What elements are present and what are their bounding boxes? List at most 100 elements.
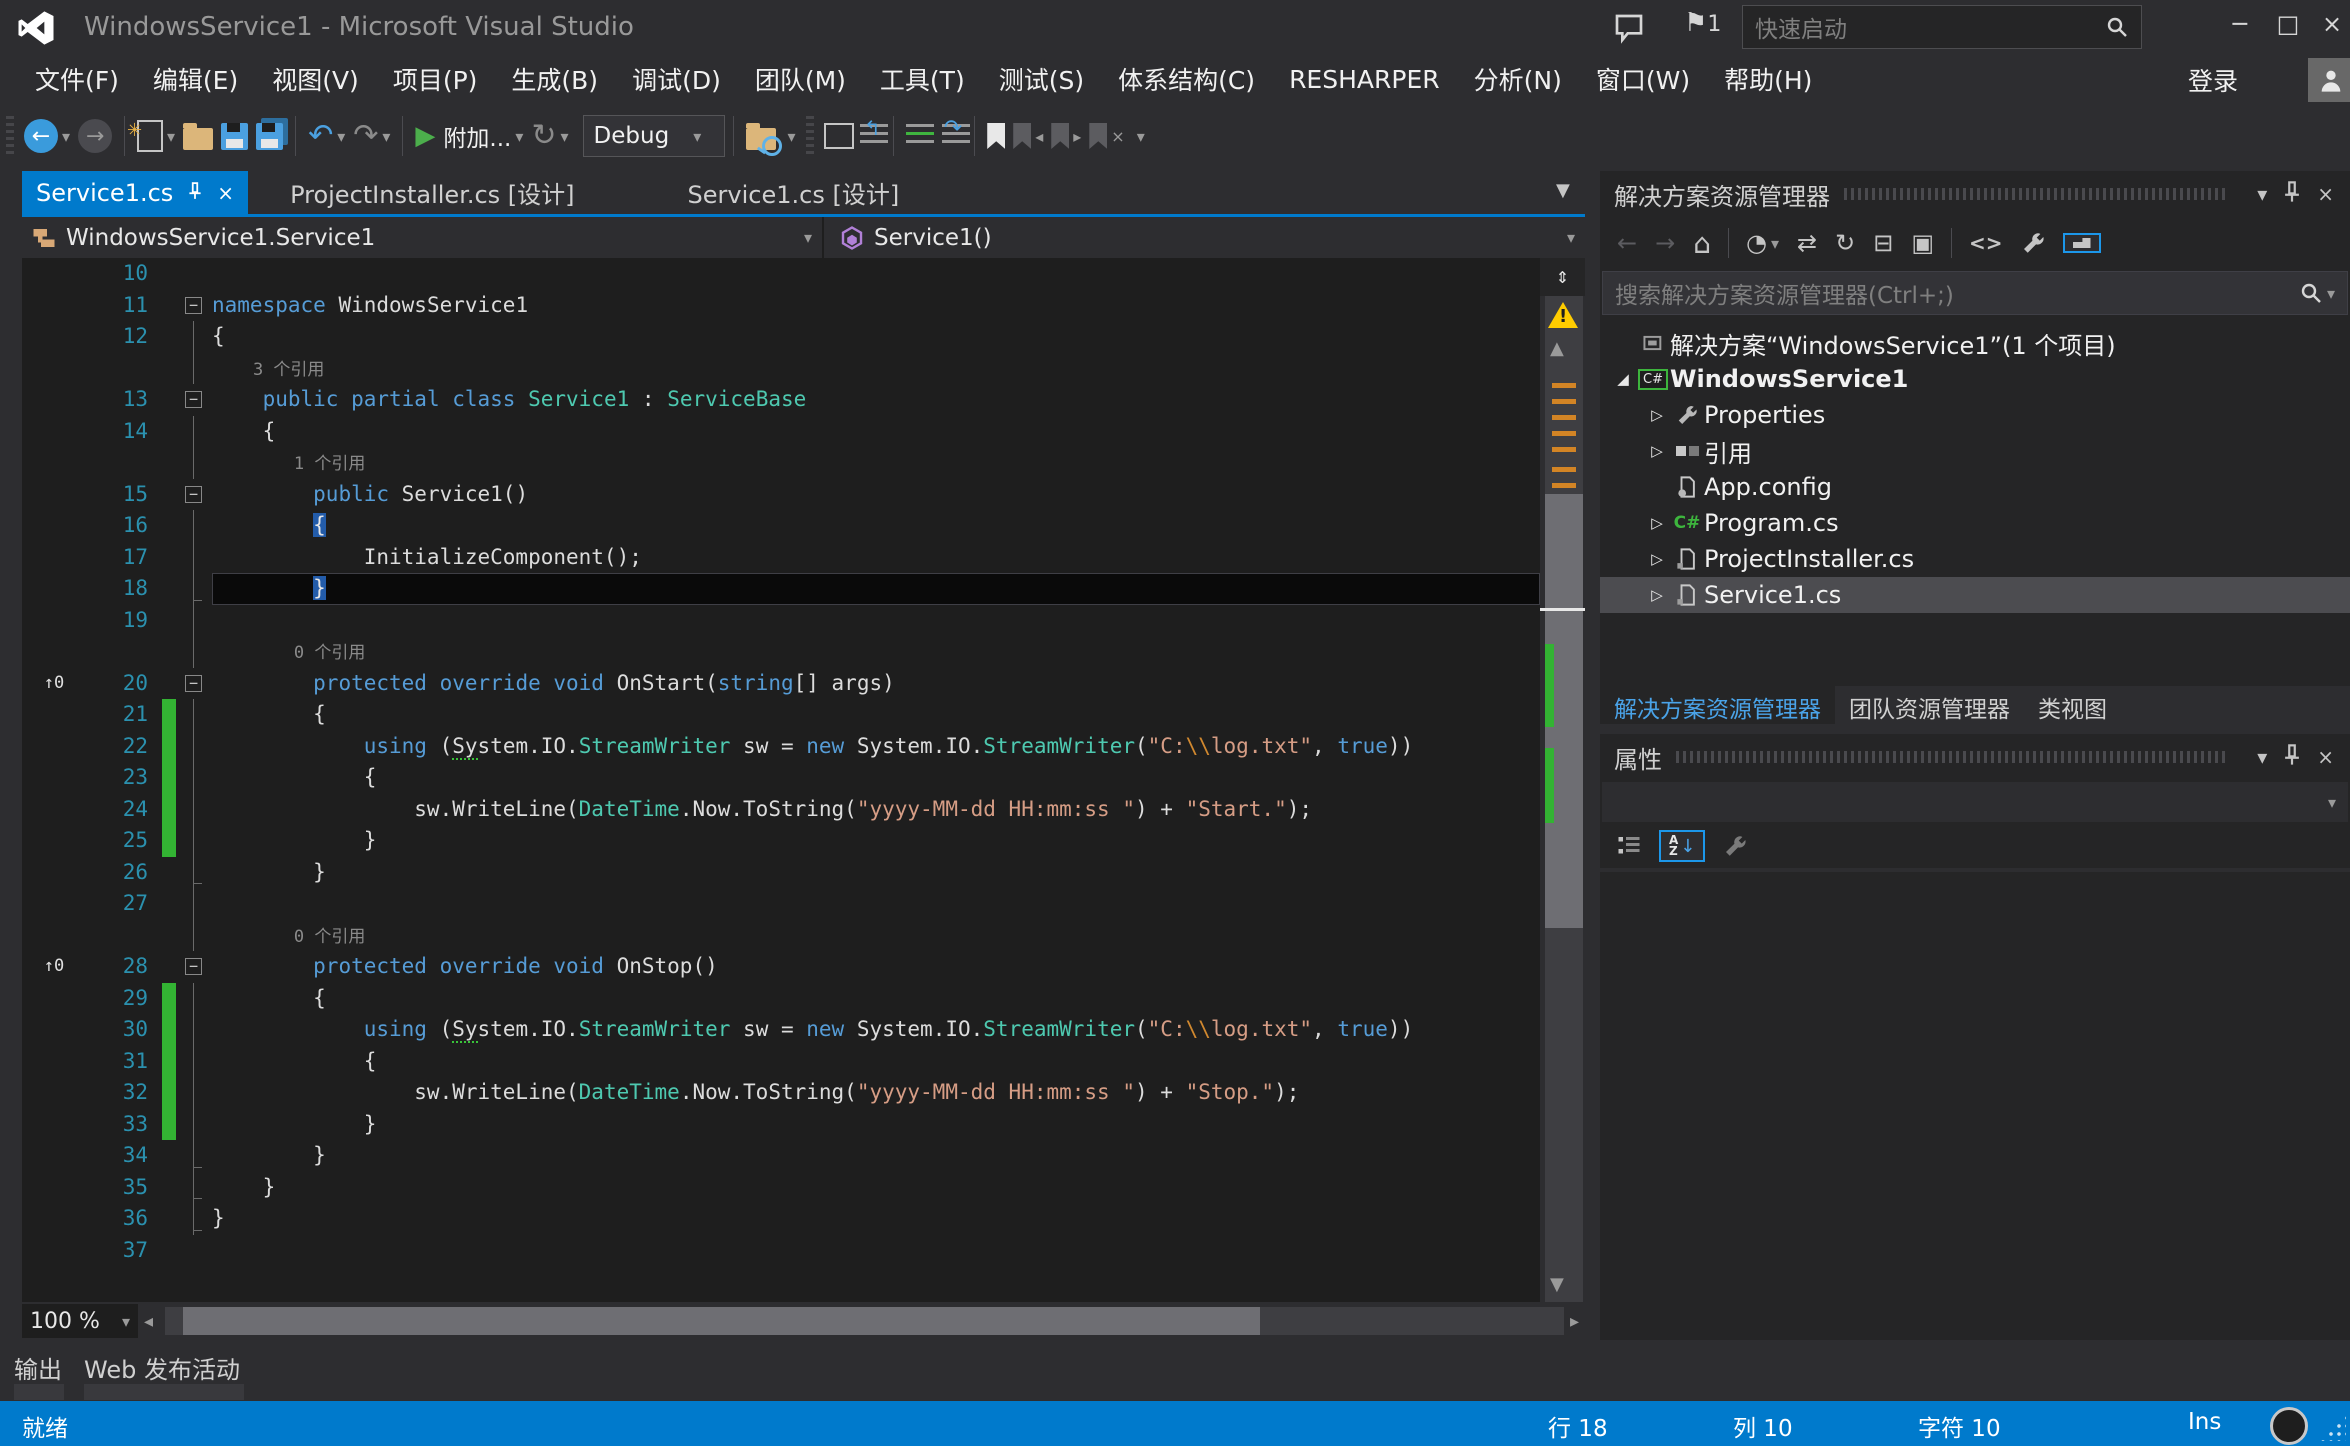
warning-mark[interactable] <box>1552 383 1576 388</box>
member-dropdown[interactable]: Service1() ▾ <box>824 217 1585 258</box>
save-all-button[interactable] <box>256 114 283 158</box>
warning-mark[interactable] <box>1552 483 1576 488</box>
redo-button[interactable]: ↷▾ <box>353 114 390 158</box>
pin-icon[interactable] <box>2283 744 2301 771</box>
refresh-icon[interactable]: ↻ <box>1835 229 1855 257</box>
tab-web-publish-activity[interactable]: Web 发布活动 <box>84 1350 240 1385</box>
code-line-28[interactable]: ↑028 protected override void OnStop() <box>22 951 1540 983</box>
code-line-13[interactable]: 13 public partial class Service1 : Servi… <box>22 384 1540 416</box>
collapsed-arrow-icon[interactable]: ▷ <box>1644 442 1670 460</box>
tool-window-tab-0[interactable]: 解决方案资源管理器 <box>1600 686 1835 724</box>
tree-item-windowsservice1[interactable]: ◢C#WindowsService1 <box>1600 361 2350 397</box>
menu-item-5[interactable]: 调试(D) <box>615 55 738 103</box>
title-drag-area[interactable] <box>1676 751 2227 763</box>
tree-item--[interactable]: ▷引用 <box>1600 433 2350 469</box>
menu-item-6[interactable]: 团队(M) <box>738 55 863 103</box>
menu-item-4[interactable]: 生成(B) <box>494 55 615 103</box>
code-line-11[interactable]: 11namespace WindowsService1 <box>22 290 1540 322</box>
back-icon[interactable]: ← <box>1617 229 1637 257</box>
menu-item-11[interactable]: 分析(N) <box>1457 55 1579 103</box>
pin-icon[interactable] <box>2283 181 2301 208</box>
tree-item-app-config[interactable]: App.config <box>1600 469 2350 505</box>
warning-mark[interactable] <box>1552 431 1576 436</box>
warning-mark[interactable] <box>1552 467 1576 472</box>
code-line-15[interactable]: 15 public Service1() <box>22 479 1540 511</box>
close-icon[interactable]: × <box>2317 745 2334 769</box>
code-line-37[interactable]: 37 <box>22 1235 1540 1267</box>
code-line-24[interactable]: 24 sw.WriteLine(DateTime.Now.ToString("y… <box>22 794 1540 826</box>
code-line-22[interactable]: 22 using (System.IO.StreamWriter sw = ne… <box>22 731 1540 763</box>
editor-vertical-scrollbar[interactable]: ⇕ ▲ ▼ <box>1540 258 1585 1302</box>
warning-mark[interactable] <box>1552 415 1576 420</box>
restart-button[interactable]: ↻▾ <box>531 114 568 158</box>
dropdown-icon[interactable]: ▾ <box>515 127 523 146</box>
pending-changes-filter-icon[interactable]: ◔▾ <box>1746 229 1779 257</box>
code-editor[interactable]: 1011namespace WindowsService112{ 3 个引用13… <box>22 258 1540 1302</box>
document-well-dropdown-icon[interactable]: ▼ <box>1556 180 1570 201</box>
toolbar-grip[interactable] <box>806 116 814 156</box>
comment-lines-button[interactable]: ↷ <box>942 114 962 158</box>
reference-count[interactable]: 3 个引用 <box>212 360 324 380</box>
tool-window-tab-2[interactable]: 类视图 <box>2024 686 2121 724</box>
categorized-view-icon[interactable] <box>1617 834 1641 858</box>
navigate-forward-button[interactable]: → <box>78 114 112 158</box>
toolbar-overflow-button[interactable]: ▾ <box>1133 114 1145 158</box>
tree-item-program-cs[interactable]: ▷C#Program.cs <box>1600 505 2350 541</box>
code-line-14[interactable]: 14 { <box>22 416 1540 448</box>
code-line-19[interactable]: 19 <box>22 605 1540 637</box>
close-icon[interactable]: × <box>2317 182 2334 206</box>
expanded-arrow-icon[interactable]: ◢ <box>1610 370 1636 388</box>
outlining-collapse-box[interactable] <box>176 384 212 416</box>
code-line-21[interactable]: 21 { <box>22 699 1540 731</box>
maximize-button[interactable]: □ <box>2266 6 2310 42</box>
scroll-left-icon[interactable]: ◂ <box>138 1311 159 1332</box>
toolbar-grip[interactable] <box>6 116 14 156</box>
code-line-16[interactable]: 16 { <box>22 510 1540 542</box>
code-line-12[interactable]: 12{ <box>22 321 1540 353</box>
reference-count[interactable]: 0 个引用 <box>212 643 365 663</box>
code-line-32[interactable]: 32 sw.WriteLine(DateTime.Now.ToString("y… <box>22 1077 1540 1109</box>
window-position-dropdown-icon[interactable]: ▾ <box>2257 745 2267 769</box>
menu-item-13[interactable]: 帮助(H) <box>1707 55 1829 103</box>
code-line-25[interactable]: 25 } <box>22 825 1540 857</box>
window-position-dropdown-icon[interactable]: ▾ <box>2257 182 2267 206</box>
save-button[interactable] <box>221 114 248 158</box>
sign-in-link[interactable]: 登录 <box>2188 62 2238 98</box>
dropdown-icon[interactable]: ▾ <box>788 127 796 146</box>
previous-bookmark-button[interactable]: ◂ <box>1013 114 1043 158</box>
outlining-collapse-box[interactable] <box>176 668 212 700</box>
feedback-icon[interactable] <box>1612 12 1646 44</box>
editor-horizontal-scrollbar[interactable] <box>165 1307 1564 1335</box>
code-line-23[interactable]: 23 { <box>22 762 1540 794</box>
codelens-row[interactable]: 1 个引用 <box>22 447 1540 479</box>
find-in-files-button[interactable]: ▾ <box>746 114 796 158</box>
tree-item-projectinstaller-cs[interactable]: ▷ProjectInstaller.cs <box>1600 541 2350 577</box>
new-file-button[interactable]: ✳▾ <box>137 114 175 158</box>
code-line-31[interactable]: 31 { <box>22 1046 1540 1078</box>
code-line-17[interactable]: 17 InitializeComponent(); <box>22 542 1540 574</box>
scroll-right-icon[interactable]: ▸ <box>1564 1311 1585 1332</box>
user-avatar[interactable] <box>2308 58 2350 102</box>
properties-wrench-icon[interactable] <box>2021 231 2045 255</box>
document-tab-1[interactable]: ProjectInstaller.cs [设计] <box>276 171 588 214</box>
open-file-button[interactable] <box>183 114 213 158</box>
collapsed-arrow-icon[interactable]: ▷ <box>1644 586 1670 604</box>
menu-item-9[interactable]: 体系结构(C) <box>1101 55 1272 103</box>
home-icon[interactable]: ⌂ <box>1693 227 1711 260</box>
properties-object-dropdown[interactable]: ▾ <box>1602 782 2348 822</box>
tool-window-tab-1[interactable]: 团队资源管理器 <box>1835 686 2024 724</box>
menu-item-1[interactable]: 编辑(E) <box>136 55 255 103</box>
document-tab-0[interactable]: Service1.cs× <box>22 171 248 214</box>
code-line-30[interactable]: 30 using (System.IO.StreamWriter sw = ne… <box>22 1014 1540 1046</box>
toggle-bookmark-button[interactable] <box>987 114 1005 158</box>
menu-item-0[interactable]: 文件(F) <box>18 55 136 103</box>
menu-item-8[interactable]: 测试(S) <box>982 55 1101 103</box>
scroll-up-icon[interactable]: ▲ <box>1550 338 1564 359</box>
menu-item-3[interactable]: 项目(P) <box>376 55 495 103</box>
pin-icon[interactable] <box>187 181 203 205</box>
property-pages-wrench-icon[interactable] <box>1723 834 1747 858</box>
document-outline-button[interactable]: ↰ <box>860 114 881 158</box>
dropdown-icon[interactable]: ▾ <box>62 127 70 146</box>
scrollbar-thumb[interactable] <box>183 1307 1260 1335</box>
code-line-29[interactable]: 29 { <box>22 983 1540 1015</box>
